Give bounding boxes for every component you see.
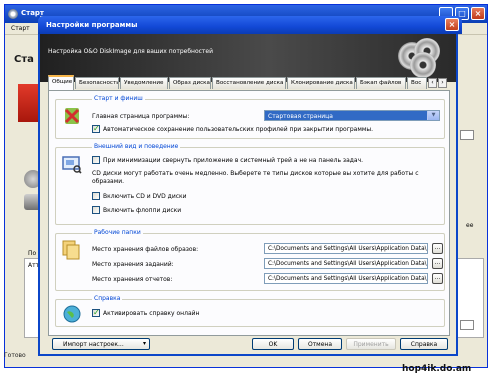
dialog-close-icon[interactable]: ×	[445, 18, 459, 31]
tab-file-backup[interactable]: Бэкап файлов	[356, 77, 406, 89]
group-folders: Рабочие папки Место хранения файлов обра…	[55, 229, 445, 291]
images-location-label: Место хранения файлов образов:	[92, 246, 199, 253]
tab-scroll-left-icon[interactable]: ‹	[428, 78, 437, 88]
app-disc-icon	[8, 9, 18, 19]
discs-logo-icon	[392, 36, 444, 80]
online-help-label: Активировать справку онлайн	[103, 310, 200, 317]
import-settings-label: Импорт настроек...	[63, 341, 124, 348]
dialog-header-banner: Настройка O&O DiskImage для ваших потреб…	[40, 34, 456, 82]
reports-location-input[interactable]: C:\Documents and Settings\All Users\Appl…	[264, 273, 428, 284]
tasks-browse-button[interactable]: ...	[432, 258, 443, 269]
tab-disk-image[interactable]: Образ диска	[169, 77, 211, 89]
tab-security[interactable]: Безопасность	[75, 77, 119, 89]
dialog-subtitle: Настройка O&O DiskImage для ваших потреб…	[48, 48, 214, 55]
dialog-titlebar: Настройки программы ×	[38, 16, 462, 34]
images-browse-button[interactable]: ...	[432, 243, 443, 254]
enable-cd-dvd-checkbox[interactable]	[92, 192, 100, 200]
home-page-select[interactable]: Стартовая страница ▼	[264, 110, 440, 121]
home-page-select-value: Стартовая страница	[265, 111, 427, 120]
background-side-box[interactable]	[460, 320, 474, 330]
tasks-location-input[interactable]: C:\Documents and Settings\All Users\Appl…	[264, 258, 428, 269]
tasks-location-label: Место хранения заданий:	[92, 261, 174, 268]
display-icon	[62, 156, 82, 174]
group-help-title: Справка	[92, 295, 123, 302]
enable-cd-dvd-label: Включить CD и DVD диски	[103, 193, 187, 200]
folders-icon	[62, 240, 80, 260]
minimize-to-tray-label: При минимизации свернуть приложение в си…	[103, 157, 364, 164]
reports-browse-button[interactable]: ...	[432, 273, 443, 284]
group-startup-title: Старт и финиш	[92, 95, 145, 102]
dialog-title: Настройки программы	[46, 21, 138, 29]
group-startup: Старт и финиш Главная страница программы…	[55, 95, 445, 139]
tab-disk-restore[interactable]: Восстановление диска	[212, 77, 286, 89]
reports-location-label: Место хранения отчетов:	[92, 276, 173, 283]
startup-icon	[64, 108, 80, 124]
help-globe-icon	[63, 305, 81, 323]
background-side-label: ее	[466, 222, 474, 229]
status-bar-text: Готово	[4, 352, 26, 359]
enable-floppy-checkbox[interactable]	[92, 206, 100, 214]
tab-general[interactable]: Общие	[48, 75, 74, 90]
cd-info-text: CD диски могут работать очень медленно. …	[92, 170, 419, 185]
close-icon[interactable]: ×	[471, 7, 485, 20]
tab-notification[interactable]: Уведомление	[120, 77, 168, 89]
background-label-po: По	[28, 250, 37, 257]
settings-tabs: Общие Безопасность Уведомление Образ дис…	[48, 75, 448, 90]
background-side-button[interactable]	[460, 130, 474, 140]
tab-scroll-right-icon[interactable]: ›	[438, 78, 447, 88]
autosave-label: Автоматическое сохранение пользовательск…	[103, 126, 374, 133]
dropdown-arrow-icon: ▾	[142, 340, 146, 347]
background-heading: Ста	[14, 54, 34, 65]
chevron-down-icon[interactable]: ▼	[427, 111, 439, 120]
images-location-input[interactable]: C:\Documents and Settings\All Users\Appl…	[264, 243, 428, 254]
settings-dialog: Настройки программы × Настройка O&O Disk…	[38, 16, 462, 356]
general-tab-panel: Старт и финиш Главная страница программы…	[48, 90, 450, 336]
cancel-button[interactable]: Отмена	[298, 338, 342, 350]
help-button[interactable]: Справка	[400, 338, 448, 350]
import-settings-button[interactable]: Импорт настроек... ▾	[52, 338, 150, 350]
minimize-to-tray-checkbox[interactable]	[92, 156, 100, 164]
autosave-checkbox[interactable]	[92, 124, 100, 133]
group-help: Справка Активировать справку онлайн	[55, 295, 445, 327]
group-folders-title: Рабочие папки	[92, 229, 143, 236]
enable-floppy-label: Включить флоппи диски	[103, 207, 182, 214]
ok-button[interactable]: OK	[252, 338, 294, 350]
watermark: hop4ik.do.am	[402, 364, 472, 374]
group-appearance: Внешний вид и поведение При минимизации …	[55, 143, 445, 225]
tab-restore-truncated[interactable]: Вос	[407, 77, 427, 89]
online-help-checkbox[interactable]	[92, 308, 100, 317]
home-page-label: Главная страница программы:	[92, 113, 190, 120]
group-appearance-title: Внешний вид и поведение	[92, 143, 181, 150]
background-red-banner	[18, 84, 40, 122]
menu-item-start[interactable]: Старт	[11, 25, 30, 32]
apply-button[interactable]: Применить	[346, 338, 396, 350]
tab-disk-clone[interactable]: Клонирование диска	[287, 77, 355, 89]
